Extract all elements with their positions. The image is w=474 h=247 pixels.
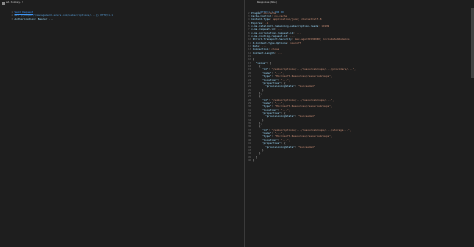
auth-header-line[interactable]: 3 Authorization: Bearer ... xyxy=(2,15,242,25)
request-editor-pane[interactable]: ed-tonkey.! 1 Send Request 2 GET {{https… xyxy=(0,0,244,247)
json-line: 46 } xyxy=(248,158,255,162)
file-icon xyxy=(2,1,5,5)
response-tab[interactable]: Response(0ms) xyxy=(257,1,277,5)
response-pane[interactable]: Response(0ms) 1 HTTP/1.1 200 OK 2 Pragma… xyxy=(245,0,474,247)
request-tab[interactable]: ed-tonkey.! xyxy=(2,1,23,5)
response-tab-label: Response(0ms) xyxy=(257,1,278,5)
vscode-window: ed-tonkey.! 1 Send Request 2 GET {{https… xyxy=(0,0,474,247)
request-tab-label: ed-tonkey.! xyxy=(6,1,24,5)
